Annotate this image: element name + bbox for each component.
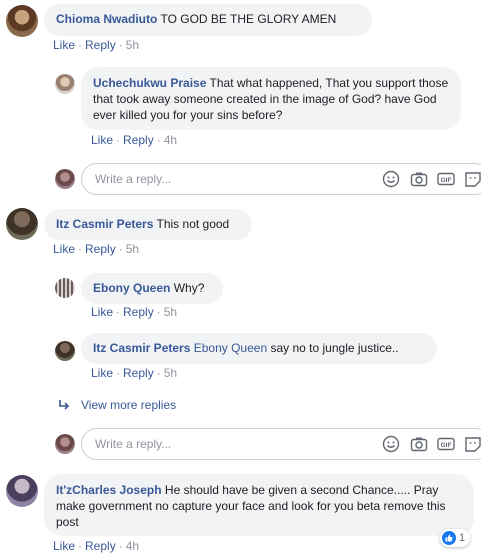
like-link[interactable]: Like xyxy=(53,38,75,52)
comment-bubble: Uchechukwu Praise That what happened, Th… xyxy=(81,67,461,130)
comment-actions: Like · Reply · 5h xyxy=(53,38,139,52)
comment-text: say no to jungle justice.. xyxy=(270,341,399,355)
reply-link[interactable]: Reply xyxy=(123,133,154,147)
reply-link[interactable]: Reply xyxy=(123,366,154,380)
separator: · xyxy=(156,366,161,380)
timestamp[interactable]: 4h xyxy=(164,133,177,147)
comment-actions: Like · Reply · 5h xyxy=(91,366,177,380)
comment-bubble: Ebony Queen Why? xyxy=(81,273,223,304)
like-link[interactable]: Like xyxy=(91,305,113,319)
comment-text: TO GOD BE THE GLORY AMEN xyxy=(160,12,337,26)
sticker-icon[interactable] xyxy=(464,170,481,188)
comment-author[interactable]: Uchechukwu Praise xyxy=(93,76,206,90)
current-user-avatar xyxy=(55,434,75,454)
separator: · xyxy=(118,242,123,256)
timestamp[interactable]: 5h xyxy=(164,305,177,319)
mention-link[interactable]: Ebony Queen xyxy=(194,341,267,355)
camera-icon[interactable] xyxy=(410,435,428,453)
like-link[interactable]: Like xyxy=(53,242,75,256)
svg-text:GIF: GIF xyxy=(441,442,452,449)
like-link[interactable]: Like xyxy=(91,133,113,147)
reply-input-box: GIF xyxy=(81,163,481,195)
separator: · xyxy=(116,305,121,319)
separator: · xyxy=(156,305,161,319)
gif-icon[interactable]: GIF xyxy=(437,170,455,188)
reply-input[interactable] xyxy=(93,171,367,187)
reply-link[interactable]: Reply xyxy=(85,242,116,256)
current-user-avatar xyxy=(55,169,75,189)
avatar[interactable] xyxy=(6,208,38,240)
comment-author[interactable]: Chioma Nwadiuto xyxy=(56,12,157,26)
separator: · xyxy=(116,133,121,147)
svg-text:GIF: GIF xyxy=(441,177,452,184)
separator: · xyxy=(156,133,161,147)
reply-link[interactable]: Reply xyxy=(123,305,154,319)
gif-icon[interactable]: GIF xyxy=(437,435,455,453)
emoji-icon[interactable] xyxy=(382,435,400,453)
avatar[interactable] xyxy=(55,278,75,298)
comment-bubble: Chioma Nwadiuto TO GOD BE THE GLORY AMEN xyxy=(44,4,372,36)
reply-link[interactable]: Reply xyxy=(85,539,116,553)
comment-bubble: Itz Casmir Peters Ebony Queen say no to … xyxy=(81,333,437,364)
separator: · xyxy=(78,539,83,553)
timestamp[interactable]: 4h xyxy=(126,539,139,553)
timestamp[interactable]: 5h xyxy=(126,242,139,256)
like-link[interactable]: Like xyxy=(91,366,113,380)
comment-author[interactable]: It'zCharles Joseph xyxy=(56,483,162,497)
avatar[interactable] xyxy=(55,74,75,94)
reply-input-box: GIF xyxy=(81,428,481,460)
separator: · xyxy=(78,38,83,52)
like-reaction-icon xyxy=(442,531,456,545)
comment-actions: Like · Reply · 5h xyxy=(91,305,177,319)
comment-actions: Like · Reply · 4h xyxy=(53,539,139,553)
timestamp[interactable]: 5h xyxy=(126,38,139,52)
reply-input[interactable] xyxy=(93,436,367,452)
comment-bubble: It'zCharles Joseph He should have be giv… xyxy=(44,474,474,536)
comment-author[interactable]: Ebony Queen xyxy=(93,281,170,295)
reply-link[interactable]: Reply xyxy=(85,38,116,52)
comment-author[interactable]: Itz Casmir Peters xyxy=(93,341,190,355)
separator: · xyxy=(78,242,83,256)
avatar[interactable] xyxy=(6,5,38,37)
comment-bubble: Itz Casmir Peters This not good xyxy=(44,209,252,240)
emoji-icon[interactable] xyxy=(382,170,400,188)
separator: · xyxy=(116,366,121,380)
like-link[interactable]: Like xyxy=(53,539,75,553)
reaction-count-badge[interactable]: 1 xyxy=(440,529,471,547)
comment-text: Why? xyxy=(173,281,205,295)
separator: · xyxy=(118,38,123,52)
avatar[interactable] xyxy=(55,341,75,361)
sticker-icon[interactable] xyxy=(464,435,481,453)
camera-icon[interactable] xyxy=(410,170,428,188)
avatar[interactable] xyxy=(6,475,38,507)
reaction-count: 1 xyxy=(459,532,466,544)
comment-author[interactable]: Itz Casmir Peters xyxy=(56,217,153,231)
comment-text: This not good xyxy=(156,217,230,231)
comment-actions: Like · Reply · 4h xyxy=(91,133,177,147)
timestamp[interactable]: 5h xyxy=(164,366,177,380)
separator: · xyxy=(118,539,123,553)
reply-arrow-icon xyxy=(58,399,70,414)
comment-actions: Like · Reply · 5h xyxy=(53,242,139,256)
view-more-replies-link[interactable]: View more replies xyxy=(81,398,176,412)
